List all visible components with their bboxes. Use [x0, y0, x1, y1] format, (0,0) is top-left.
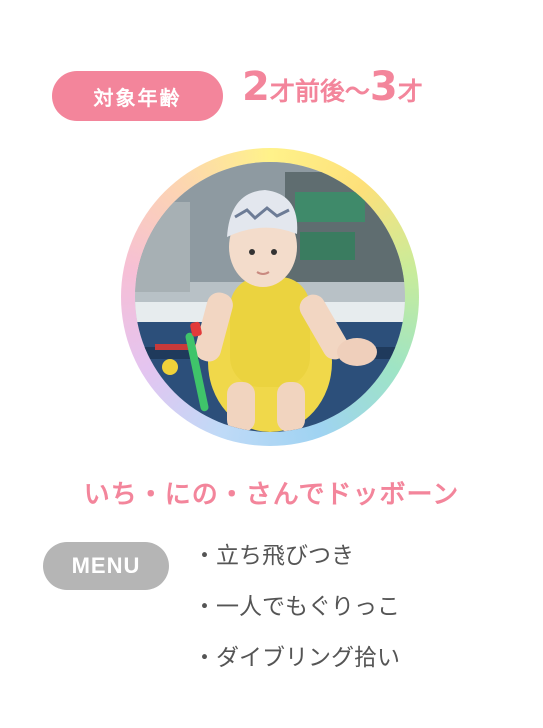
- age-badge: 対象年齢: [52, 71, 223, 121]
- menu-badge: MENU: [43, 542, 169, 590]
- age-from-unit: 才前後: [269, 77, 345, 106]
- menu-badge-label: MENU: [71, 553, 141, 578]
- age-badge-label: 対象年齢: [93, 85, 182, 110]
- child-photo: [135, 162, 405, 432]
- program-title: いち・にの・さんでドッボーン: [83, 480, 460, 510]
- age-separator: 〜: [344, 77, 370, 106]
- age-range: 2 才前後 〜 3 才: [242, 64, 423, 124]
- age-to-unit: 才: [397, 77, 423, 106]
- age-from-number: 2: [242, 64, 270, 110]
- photo-frame: [121, 148, 419, 446]
- menu-item: ダイブリング拾い: [193, 637, 400, 688]
- child-photo-illustration: [135, 162, 405, 432]
- menu-item: 立ち飛びつき: [193, 535, 400, 586]
- menu-item: 一人でもぐりっこ: [193, 586, 400, 637]
- menu-list: 立ち飛びつき 一人でもぐりっこ ダイブリング拾い: [193, 535, 400, 688]
- age-to-number: 3: [369, 64, 398, 110]
